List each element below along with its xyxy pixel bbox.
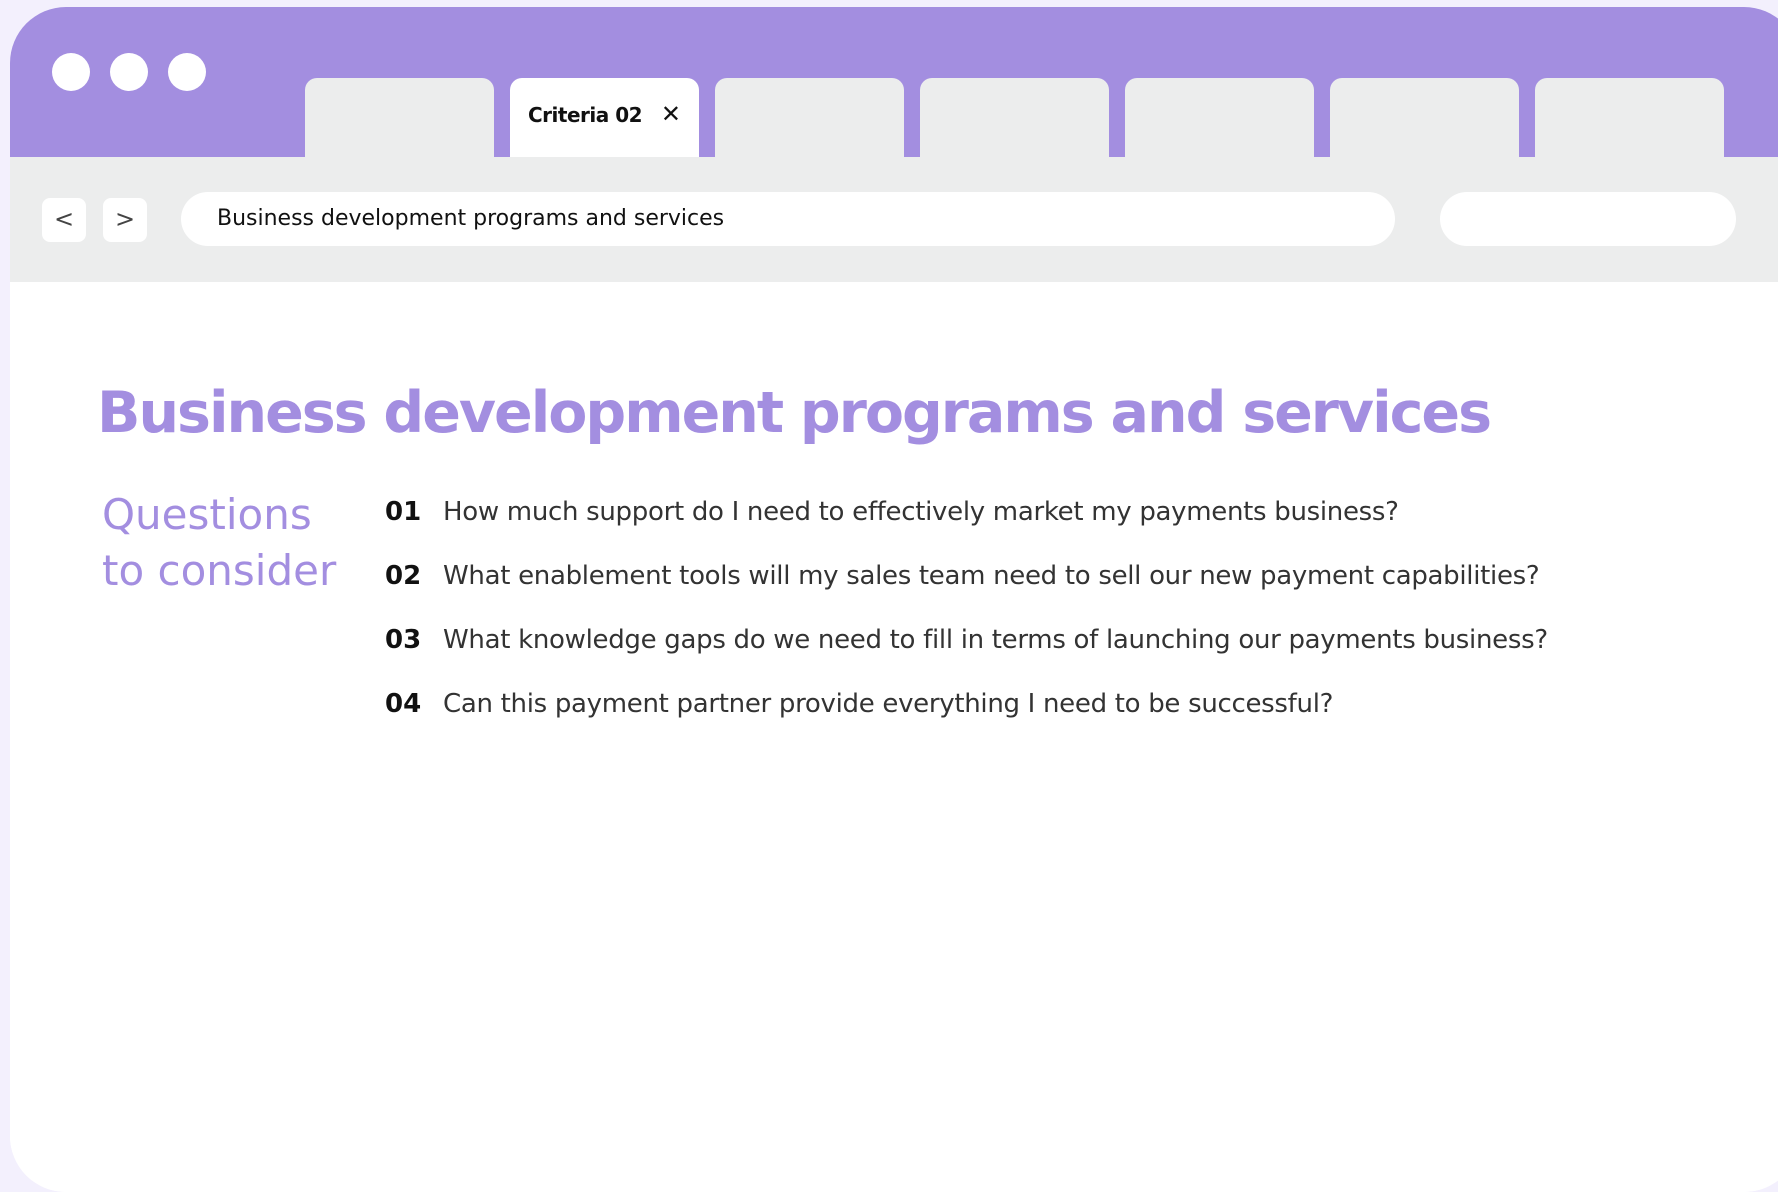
- tab-5[interactable]: [1125, 78, 1314, 158]
- question-text: Can this payment partner provide everyth…: [443, 689, 1334, 719]
- list-item: 02 What enablement tools will my sales t…: [385, 559, 1615, 623]
- window-minimize-dot[interactable]: [110, 53, 148, 91]
- tab-6[interactable]: [1330, 78, 1519, 158]
- tab-7[interactable]: [1535, 78, 1724, 158]
- question-number: 04: [385, 689, 422, 719]
- question-number: 02: [385, 561, 422, 591]
- browser-window: Criteria 02 ✕ < > Business development p…: [10, 7, 1778, 1192]
- back-button[interactable]: <: [42, 198, 86, 242]
- tab-4[interactable]: [920, 78, 1109, 158]
- page-content: Business development programs and servic…: [10, 282, 1778, 1192]
- window-close-dot[interactable]: [52, 53, 90, 91]
- tab-criteria-02[interactable]: Criteria 02 ✕: [510, 78, 699, 158]
- address-bar[interactable]: Business development programs and servic…: [181, 192, 1395, 246]
- question-text: How much support do I need to effectivel…: [443, 497, 1399, 527]
- question-number: 03: [385, 625, 422, 655]
- title-bar: Criteria 02 ✕: [10, 7, 1778, 158]
- tab-label: Criteria 02: [528, 103, 643, 127]
- question-number: 01: [385, 497, 422, 527]
- question-text: What knowledge gaps do we need to fill i…: [443, 625, 1548, 655]
- tab-1[interactable]: [305, 78, 494, 158]
- close-icon[interactable]: ✕: [661, 100, 681, 128]
- question-list: 01 How much support do I need to effecti…: [385, 495, 1615, 751]
- tab-3[interactable]: [715, 78, 904, 158]
- window-maximize-dot[interactable]: [168, 53, 206, 91]
- browser-toolbar: < > Business development programs and se…: [10, 157, 1778, 282]
- page-title: Business development programs and servic…: [97, 380, 1492, 446]
- list-item: 03 What knowledge gaps do we need to fil…: [385, 623, 1615, 687]
- search-input[interactable]: [1440, 192, 1736, 246]
- list-item: 04 Can this payment partner provide ever…: [385, 687, 1615, 751]
- question-text: What enablement tools will my sales team…: [443, 561, 1540, 591]
- address-text: Business development programs and servic…: [217, 206, 725, 231]
- list-item: 01 How much support do I need to effecti…: [385, 495, 1615, 559]
- forward-button[interactable]: >: [103, 198, 147, 242]
- side-heading: Questions to consider: [102, 490, 337, 595]
